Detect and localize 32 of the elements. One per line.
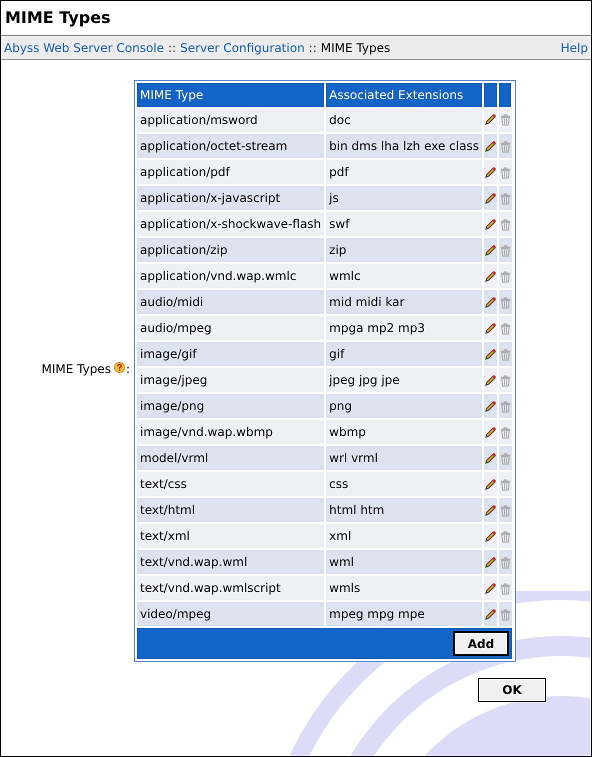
edit-pencil-icon[interactable]	[484, 322, 497, 334]
edit-pencil-icon[interactable]	[484, 556, 497, 568]
field-suffix: :	[126, 361, 130, 378]
edit-pencil-icon[interactable]	[484, 608, 497, 620]
edit-pencil-icon[interactable]	[484, 348, 497, 360]
page-title: MIME Types	[5, 7, 111, 29]
edit-pencil-icon[interactable]	[484, 270, 497, 282]
breadcrumb-link[interactable]: Server Configuration	[180, 38, 305, 56]
field-label: MIME Types	[41, 361, 111, 378]
edit-pencil-icon[interactable]	[484, 504, 497, 516]
help-link[interactable]: Help	[560, 38, 588, 56]
edit-pencil-icon[interactable]	[484, 140, 497, 152]
edit-pencil-icon[interactable]	[484, 218, 497, 230]
edit-pencil-icon[interactable]	[484, 244, 497, 256]
edit-pencil-icon[interactable]	[484, 426, 497, 438]
edit-pencil-icon[interactable]	[484, 478, 497, 490]
edit-pencil-icon[interactable]	[484, 530, 497, 542]
ok-button[interactable]: OK	[478, 678, 546, 702]
edit-pencil-icon[interactable]	[484, 400, 497, 412]
edit-pencil-icon[interactable]	[484, 582, 497, 594]
breadcrumb-separator: ::	[308, 40, 317, 56]
edit-pencil-icon[interactable]	[484, 113, 497, 126]
breadcrumb-link[interactable]: Abyss Web Server Console	[4, 38, 164, 56]
edit-pencil-icon[interactable]	[484, 296, 497, 308]
edit-pencil-icon[interactable]	[484, 374, 497, 386]
help-icon[interactable]	[114, 362, 125, 373]
add-button[interactable]: Add	[453, 631, 509, 656]
edit-pencil-icon[interactable]	[484, 192, 497, 204]
edit-pencil-icon[interactable]	[484, 452, 497, 464]
edit-pencil-icon[interactable]	[484, 166, 497, 178]
breadcrumb-current: MIME Types	[320, 40, 390, 56]
breadcrumb-separator: ::	[168, 40, 176, 56]
